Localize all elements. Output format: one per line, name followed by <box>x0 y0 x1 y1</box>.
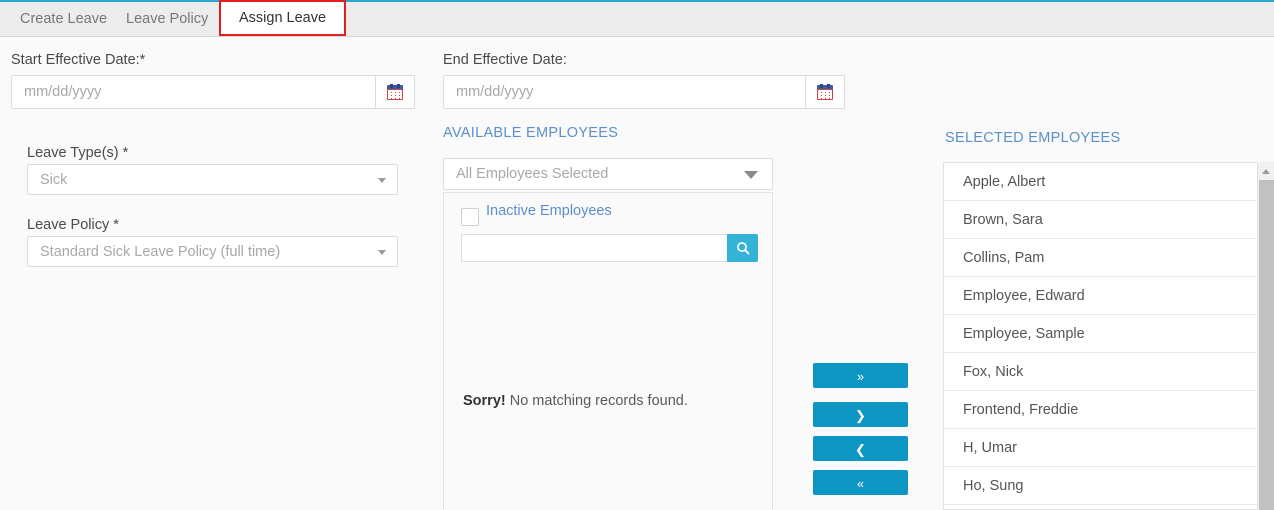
employee-search-button[interactable] <box>727 234 758 262</box>
leave-types-select[interactable]: Sick <box>27 164 398 195</box>
move-all-right-button[interactable]: » <box>813 363 908 388</box>
start-effective-date-label: Start Effective Date:* <box>11 52 146 68</box>
selected-employee-row[interactable]: Collins, Pam <box>944 239 1274 277</box>
move-left-button[interactable]: ❮ <box>813 436 908 461</box>
selected-employees-scrollbar[interactable] <box>1257 162 1274 510</box>
calendar-icon <box>817 83 833 100</box>
end-effective-date-field[interactable]: mm/dd/yyyy <box>443 75 845 109</box>
selected-employees-heading: SELECTED EMPLOYEES <box>945 130 1121 146</box>
leave-policy-value: Standard Sick Leave Policy (full time) <box>40 243 281 260</box>
scrollbar-thumb[interactable] <box>1259 180 1274 510</box>
leave-policy-label: Leave Policy * <box>27 217 119 233</box>
start-effective-date-input[interactable]: mm/dd/yyyy <box>24 76 101 108</box>
start-date-calendar-button[interactable] <box>375 75 415 109</box>
available-employees-filter-select[interactable]: All Employees Selected <box>443 158 773 190</box>
selected-employee-row[interactable]: H, Umar <box>944 429 1274 467</box>
start-effective-date-field[interactable]: mm/dd/yyyy <box>11 75 415 109</box>
no-records-bold: Sorry! <box>463 393 506 409</box>
available-employees-heading: AVAILABLE EMPLOYEES <box>443 125 619 141</box>
leave-types-value: Sick <box>40 171 68 188</box>
selected-employee-row[interactable]: Apple, Albert <box>944 163 1274 201</box>
no-records-message: Sorry! No matching records found. <box>463 393 688 409</box>
available-employees-filter-value: All Employees Selected <box>456 166 609 182</box>
employee-search-group <box>461 234 758 262</box>
selected-employees-list[interactable]: Apple, Albert Brown, Sara Collins, Pam Empl… <box>943 162 1274 510</box>
inactive-employees-label[interactable]: Inactive Employees <box>486 203 612 219</box>
selected-employee-row[interactable]: Frontend, Freddie <box>944 391 1274 429</box>
inactive-employees-checkbox[interactable] <box>461 208 479 226</box>
move-right-button[interactable]: ❯ <box>813 402 908 427</box>
chevron-down-icon <box>378 249 386 255</box>
selected-employee-row[interactable]: Employee, Edward <box>944 277 1274 315</box>
no-records-text: No matching records found. <box>505 393 688 409</box>
tab-assign-leave[interactable]: Assign Leave <box>219 0 347 36</box>
end-date-calendar-button[interactable] <box>805 75 845 109</box>
selected-employee-row[interactable]: Employee, Sample <box>944 315 1274 353</box>
search-icon <box>736 242 749 255</box>
selected-employee-row[interactable]: Brown, Sara <box>944 201 1274 239</box>
leave-types-label: Leave Type(s) * <box>27 145 129 161</box>
tab-create-leave[interactable]: Create Leave <box>6 2 121 37</box>
chevron-down-icon <box>744 171 758 179</box>
tab-leave-policy[interactable]: Leave Policy <box>112 2 222 37</box>
move-all-left-button[interactable]: « <box>813 470 908 495</box>
tab-bar: Create Leave Leave Policy Assign Leave <box>0 0 1274 37</box>
end-effective-date-input[interactable]: mm/dd/yyyy <box>456 76 533 108</box>
chevron-down-icon <box>378 177 386 183</box>
end-effective-date-label: End Effective Date: <box>443 52 567 68</box>
available-employees-panel: Inactive Employees Sorry! No matching re… <box>443 192 773 510</box>
employee-search-input[interactable] <box>461 234 729 262</box>
selected-employee-row[interactable]: Fox, Nick <box>944 353 1274 391</box>
leave-policy-select[interactable]: Standard Sick Leave Policy (full time) <box>27 236 398 267</box>
selected-employee-row[interactable]: Ho, Sung <box>944 467 1274 505</box>
calendar-icon <box>387 83 403 100</box>
scroll-up-arrow-icon[interactable] <box>1262 169 1270 174</box>
